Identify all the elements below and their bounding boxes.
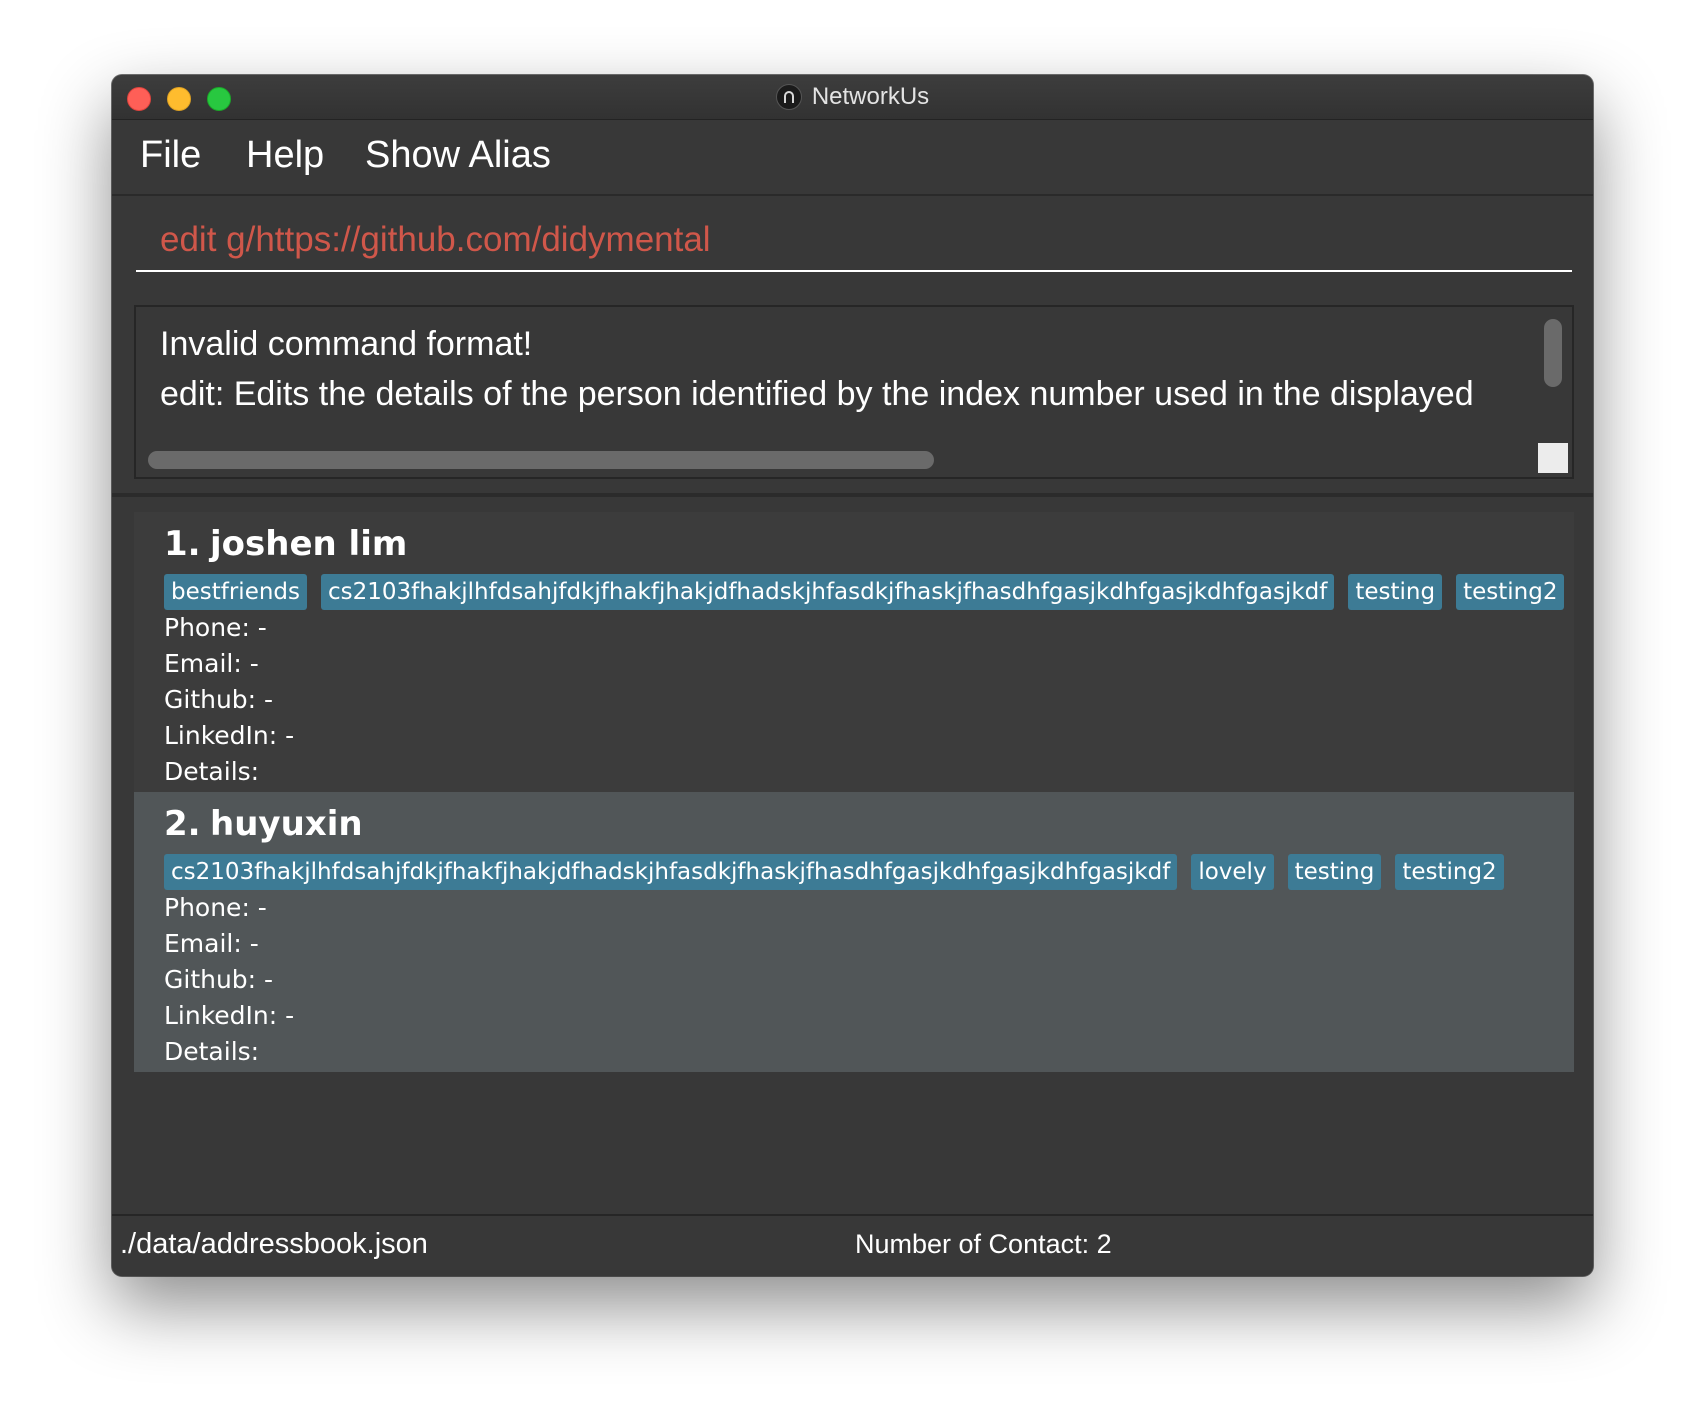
- tag: cs2103fhakjlhfdsahjfdkjfhakfjhakjdfhadsk…: [164, 854, 1178, 890]
- command-input[interactable]: [136, 210, 1572, 272]
- person-card[interactable]: 1. joshen lim bestfriends cs2103fhakjlhf…: [134, 512, 1574, 792]
- title-bar[interactable]: NetworkUs: [112, 75, 1593, 120]
- result-line: edit: Edits the details of the person id…: [160, 375, 1474, 413]
- scroll-corner: [1538, 443, 1568, 473]
- person-email: Email: -: [164, 929, 259, 958]
- menu-file[interactable]: File: [140, 134, 201, 177]
- result-line: Invalid command format!: [160, 325, 533, 363]
- person-index: 2.: [164, 804, 201, 844]
- tag: testing2: [1456, 574, 1565, 610]
- horizontal-scrollbar[interactable]: [148, 451, 934, 469]
- person-email: Email: -: [164, 649, 259, 678]
- person-index: 1.: [164, 524, 201, 564]
- person-list[interactable]: 1. joshen lim bestfriends cs2103fhakjlhf…: [112, 497, 1593, 1210]
- menu-show-alias[interactable]: Show Alias: [365, 134, 551, 177]
- tag: testing: [1287, 854, 1382, 890]
- menu-bar: File Help Show Alias: [112, 120, 1593, 196]
- person-name-row: 1. joshen lim: [164, 522, 1544, 566]
- tag: testing: [1348, 574, 1443, 610]
- person-name: joshen lim: [210, 524, 408, 564]
- menu-help[interactable]: Help: [246, 134, 324, 177]
- tag-list: bestfriends cs2103fhakjlhfdsahjfdkjfhakf…: [164, 574, 1565, 610]
- person-details: Details:: [164, 1037, 260, 1066]
- status-file-path: ./data/addressbook.json: [120, 1228, 428, 1260]
- app-logo-icon: [775, 84, 802, 110]
- person-card-selected[interactable]: 2. huyuxin cs2103fhakjlhfdsahjfdkjfhakfj…: [134, 792, 1574, 1072]
- title-group: NetworkUs: [112, 75, 1593, 119]
- person-name: huyuxin: [210, 804, 363, 844]
- status-bar: ./data/addressbook.json Number of Contac…: [112, 1214, 1593, 1276]
- tag: cs2103fhakjlhfdsahjfdkjfhakfjhakjdfhadsk…: [321, 574, 1335, 610]
- person-phone: Phone: -: [164, 613, 267, 642]
- result-text: Invalid command format! edit: Edits the …: [160, 319, 1560, 429]
- status-contact-count: Number of Contact: 2: [855, 1229, 1112, 1259]
- tag: lovely: [1191, 854, 1274, 890]
- person-name-row: 2. huyuxin: [164, 802, 1544, 846]
- tag: testing2: [1395, 854, 1504, 890]
- result-line: Parameters: INDEX (must be a positive in…: [160, 419, 1560, 429]
- tag-list: cs2103fhakjlhfdsahjfdkjfhakfjhakjdfhadsk…: [164, 854, 1544, 890]
- person-details: Details:: [164, 757, 260, 786]
- result-display[interactable]: Invalid command format! edit: Edits the …: [134, 305, 1574, 479]
- person-linkedin: LinkedIn: -: [164, 721, 295, 750]
- person-linkedin: LinkedIn: -: [164, 1001, 295, 1030]
- person-phone: Phone: -: [164, 893, 267, 922]
- window-title: NetworkUs: [811, 83, 930, 110]
- app-window: NetworkUs File Help Show Alias Invalid c…: [112, 75, 1593, 1276]
- person-github: Github: -: [164, 685, 274, 714]
- person-github: Github: -: [164, 965, 274, 994]
- tag: bestfriends: [164, 574, 308, 610]
- vertical-scrollbar[interactable]: [1544, 319, 1562, 387]
